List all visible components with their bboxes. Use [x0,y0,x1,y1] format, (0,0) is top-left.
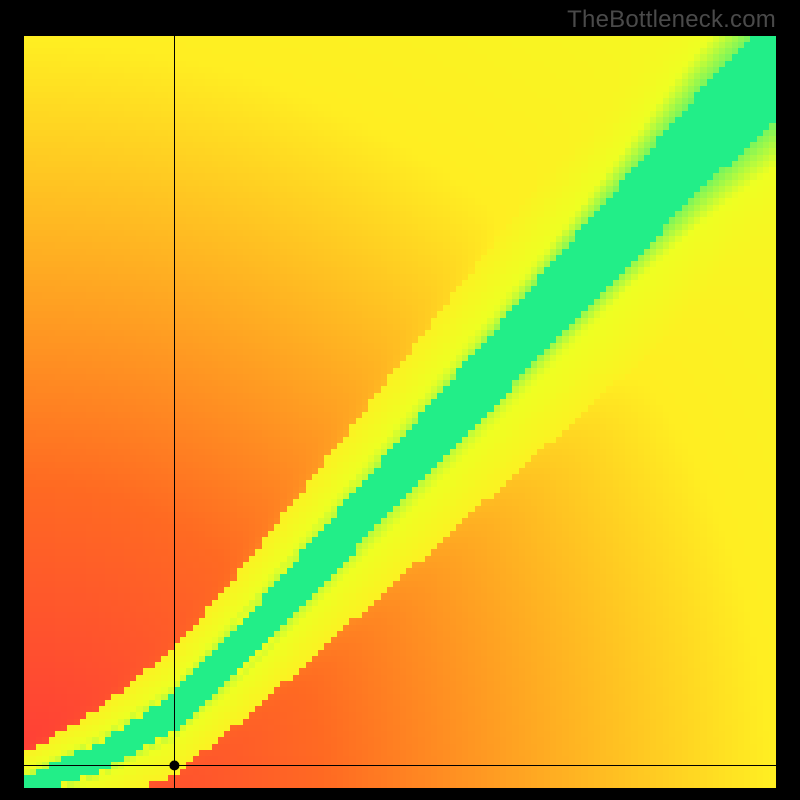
watermark-text: TheBottleneck.com [567,6,776,34]
chart-frame: TheBottleneck.com [0,0,800,800]
heatmap-canvas [24,36,776,788]
